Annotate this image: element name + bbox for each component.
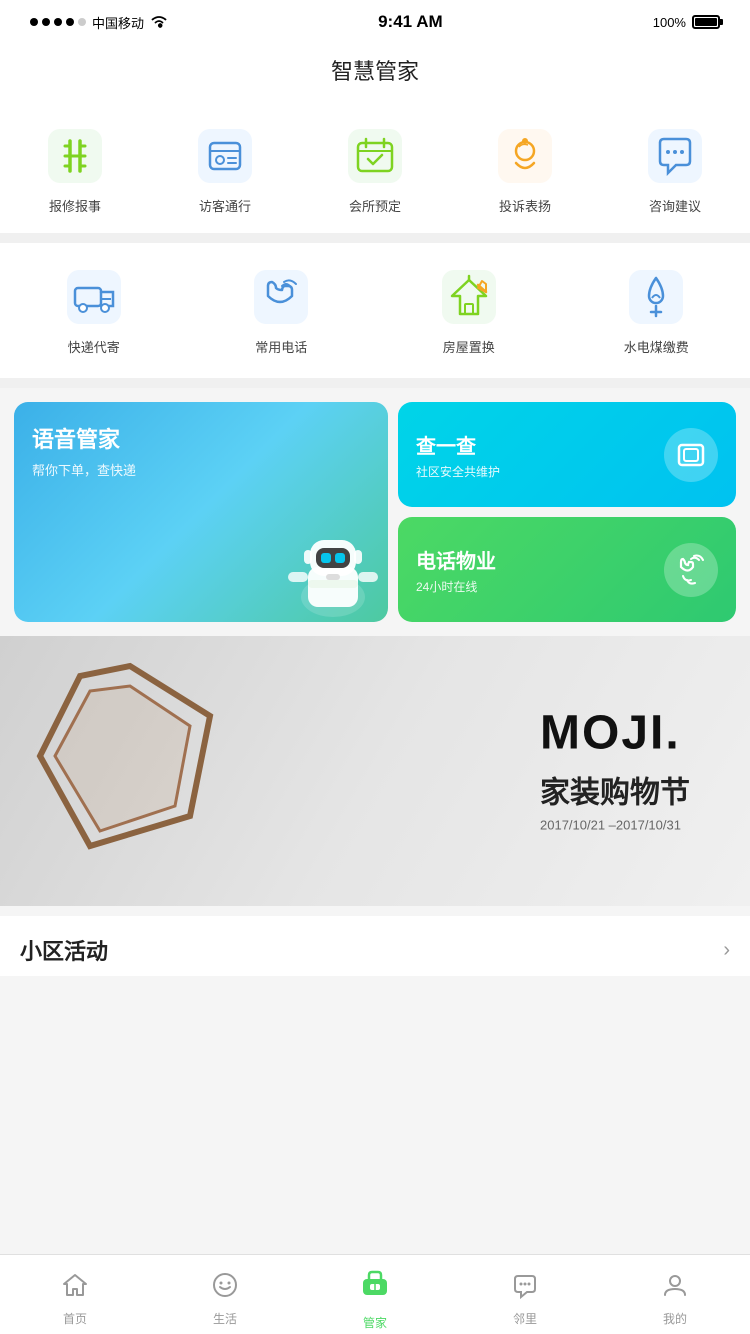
service-item-house[interactable]: 房屋置换 [375,253,563,368]
nav-item-life[interactable]: 生活 [150,1263,300,1327]
consult-label: 咨询建议 [649,196,701,215]
voice-butler-title: 语音管家 [32,422,370,454]
robot-illustration [268,502,388,622]
voice-butler-subtitle: 帮你下单，查快递 [32,460,370,479]
mine-icon [661,1271,689,1306]
visitor-icon [193,124,257,188]
house-label: 房屋置换 [443,337,495,356]
feature-section: 语音管家 帮你下单，查快递 [0,388,750,636]
service-item-utility[interactable]: 水电煤缴费 [563,253,750,368]
check-card-icon [664,428,718,482]
banner-date: 2017/10/21 –2017/10/31 [540,818,690,833]
service-item-consult[interactable]: 咨询建议 [600,112,750,227]
life-nav-label: 生活 [213,1310,237,1327]
home-nav-label: 首页 [63,1310,87,1327]
carrier-label: 中国移动 [92,13,144,32]
club-icon [343,124,407,188]
utility-label: 水电煤缴费 [624,337,689,356]
complaint-label: 投诉表扬 [499,196,551,215]
service-grid-row1: 报修报事 访客通行 会所预定 [0,102,750,233]
phone-icon [249,265,313,329]
visitor-label: 访客通行 [199,196,251,215]
status-right: 100% [653,15,720,30]
express-icon [62,265,126,329]
house-icon [437,265,501,329]
nav-item-mine[interactable]: 我的 [600,1263,750,1327]
neighbor-nav-label: 邻里 [513,1310,537,1327]
status-left: 中国移动 [30,13,168,32]
banner-title: 家装购物节 [540,768,690,812]
feature-right-cards: 查一查 社区安全共维护 电话物业 24小时在线 [398,402,736,622]
signal-dots [30,18,86,26]
status-time: 9:41 AM [378,12,443,32]
phone-service-title: 电话物业 [416,545,496,574]
divider-1 [0,233,750,243]
nav-item-neighbor[interactable]: 邻里 [450,1263,600,1327]
banner-brand: MOJI. [540,710,690,758]
battery-icon [692,15,720,29]
service-item-express[interactable]: 快递代寄 [0,253,188,368]
community-arrow-icon: › [723,939,730,962]
page-header: 智慧管家 [0,44,750,102]
nav-item-home[interactable]: 首页 [0,1263,150,1327]
utility-icon [624,265,688,329]
service-grid-row2: 快递代寄 常用电话 房屋置换 [0,243,750,378]
wifi-icon [150,14,168,31]
phone-service-card[interactable]: 电话物业 24小时在线 [398,517,736,622]
phone-service-subtitle: 24小时在线 [416,578,496,595]
home-icon [61,1271,89,1306]
butler-icon [357,1267,393,1310]
neighbor-icon [511,1271,539,1306]
status-bar: 中国移动 9:41 AM 100% [0,0,750,44]
express-label: 快递代寄 [68,337,120,356]
phone-service-text: 电话物业 24小时在线 [416,545,496,595]
check-card[interactable]: 查一查 社区安全共维护 [398,402,736,507]
check-card-title: 查一查 [416,430,500,459]
consult-icon [643,124,707,188]
divider-2 [0,378,750,388]
banner-content: MOJI. 家装购物节 2017/10/21 –2017/10/31 [540,710,690,833]
check-card-subtitle: 社区安全共维护 [416,463,500,480]
promo-banner[interactable]: MOJI. 家装购物节 2017/10/21 –2017/10/31 [0,636,750,906]
community-title: 小区活动 [20,934,108,966]
repair-label: 报修报事 [49,196,101,215]
battery-label: 100% [653,15,686,30]
bottom-navigation: 首页 生活 管家 [0,1254,750,1334]
mine-nav-label: 我的 [663,1310,687,1327]
community-section[interactable]: 小区活动 › [0,916,750,976]
service-item-repair[interactable]: 报修报事 [0,112,150,227]
service-item-phone[interactable]: 常用电话 [188,253,376,368]
life-icon [211,1271,239,1306]
check-card-text: 查一查 社区安全共维护 [416,430,500,480]
service-item-visitor[interactable]: 访客通行 [150,112,300,227]
butler-nav-label: 管家 [363,1314,387,1331]
service-item-club[interactable]: 会所预定 [300,112,450,227]
page-title: 智慧管家 [331,59,419,84]
service-item-complaint[interactable]: 投诉表扬 [450,112,600,227]
voice-butler-card[interactable]: 语音管家 帮你下单，查快递 [14,402,388,622]
repair-icon [43,124,107,188]
complaint-icon [493,124,557,188]
phone-service-icon [664,543,718,597]
banner-shape [30,656,230,886]
nav-item-butler[interactable]: 管家 [300,1259,450,1331]
phone-label: 常用电话 [255,337,307,356]
club-label: 会所预定 [349,196,401,215]
